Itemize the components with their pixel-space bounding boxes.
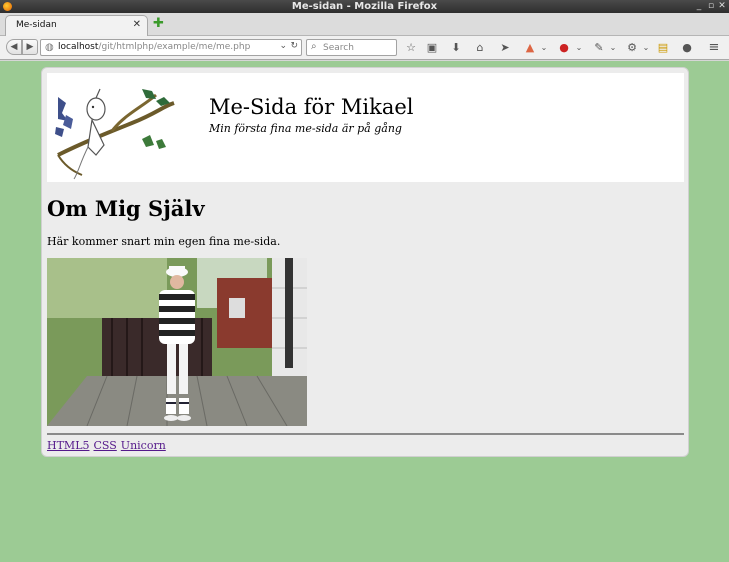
url-bar[interactable]: ◍ localhost/git/htmlphp/example/me/me.ph…: [40, 39, 302, 56]
tab-strip: Me-sidan ✕ ✚: [0, 13, 729, 37]
close-window-button[interactable]: ✕: [717, 0, 727, 13]
search-icon: ⌕: [311, 41, 317, 52]
footer-divider: [47, 433, 684, 435]
link-unicorn[interactable]: Unicorn: [121, 439, 166, 452]
site-header: Me-Sida för Mikael Min första fina me-si…: [47, 73, 684, 182]
site-subtitle: Min första fina me-sida är på gång: [209, 122, 402, 135]
chevron-down-icon[interactable]: ⌄: [605, 40, 621, 56]
search-bar[interactable]: ⌕: [306, 39, 397, 56]
window-titlebar: Me-sidan - Mozilla Firefox _ ▫ ✕: [0, 0, 729, 13]
navigation-toolbar: ◀ ▶ ◍ localhost/git/htmlphp/example/me/m…: [0, 36, 729, 60]
download-icon[interactable]: ⬇: [448, 40, 464, 56]
url-host: localhost: [58, 42, 99, 52]
new-tab-icon[interactable]: ✚: [153, 17, 164, 31]
home-icon[interactable]: ⌂: [472, 40, 488, 56]
minimize-button[interactable]: _: [694, 0, 704, 13]
intro-paragraph: Här kommer snart min egen fina me-sida.: [47, 235, 281, 248]
chevron-down-icon[interactable]: ⌄: [279, 41, 287, 51]
window-title: Me-sidan - Mozilla Firefox: [291, 1, 438, 12]
url-path: /git/htmlphp/example/me/me.php: [98, 42, 251, 52]
send-icon[interactable]: ➤: [497, 40, 513, 56]
star-icon[interactable]: ☆: [403, 40, 419, 56]
tab-me-sidan[interactable]: Me-sidan ✕: [5, 15, 148, 37]
tab-label: Me-sidan: [16, 20, 57, 30]
chevron-down-icon[interactable]: ⌄: [638, 40, 654, 56]
page-heading: Om Mig Själv: [47, 196, 205, 221]
search-input[interactable]: [323, 41, 393, 54]
profile-photo: [47, 258, 307, 426]
reload-icon[interactable]: ↻: [290, 41, 298, 51]
site-title: Me-Sida för Mikael: [209, 95, 414, 119]
close-tab-icon[interactable]: ✕: [133, 19, 141, 30]
page-container: Me-Sida för Mikael Min första fina me-si…: [41, 67, 689, 457]
maximize-button[interactable]: ▫: [706, 0, 716, 13]
forward-button[interactable]: ▶: [22, 39, 38, 55]
link-html5[interactable]: HTML5: [47, 439, 90, 452]
footer-links: HTML5 CSS Unicorn: [47, 439, 170, 452]
back-button[interactable]: ◀: [6, 39, 22, 55]
unicorn-branch-logo: [55, 88, 175, 180]
url-text: localhost/git/htmlphp/example/me/me.php: [58, 42, 250, 52]
reader-icon[interactable]: ▤: [655, 40, 671, 56]
menu-icon[interactable]: ≡: [706, 40, 722, 56]
adblock-icon[interactable]: ●: [556, 40, 572, 56]
link-css[interactable]: CSS: [94, 439, 117, 452]
clipboard-icon[interactable]: ▣: [424, 40, 440, 56]
chevron-down-icon[interactable]: ⌄: [536, 40, 552, 56]
chat-icon[interactable]: ●: [679, 40, 695, 56]
page-viewport: Me-Sida för Mikael Min första fina me-si…: [0, 61, 729, 562]
globe-icon: ◍: [45, 42, 54, 53]
chevron-down-icon[interactable]: ⌄: [571, 40, 587, 56]
